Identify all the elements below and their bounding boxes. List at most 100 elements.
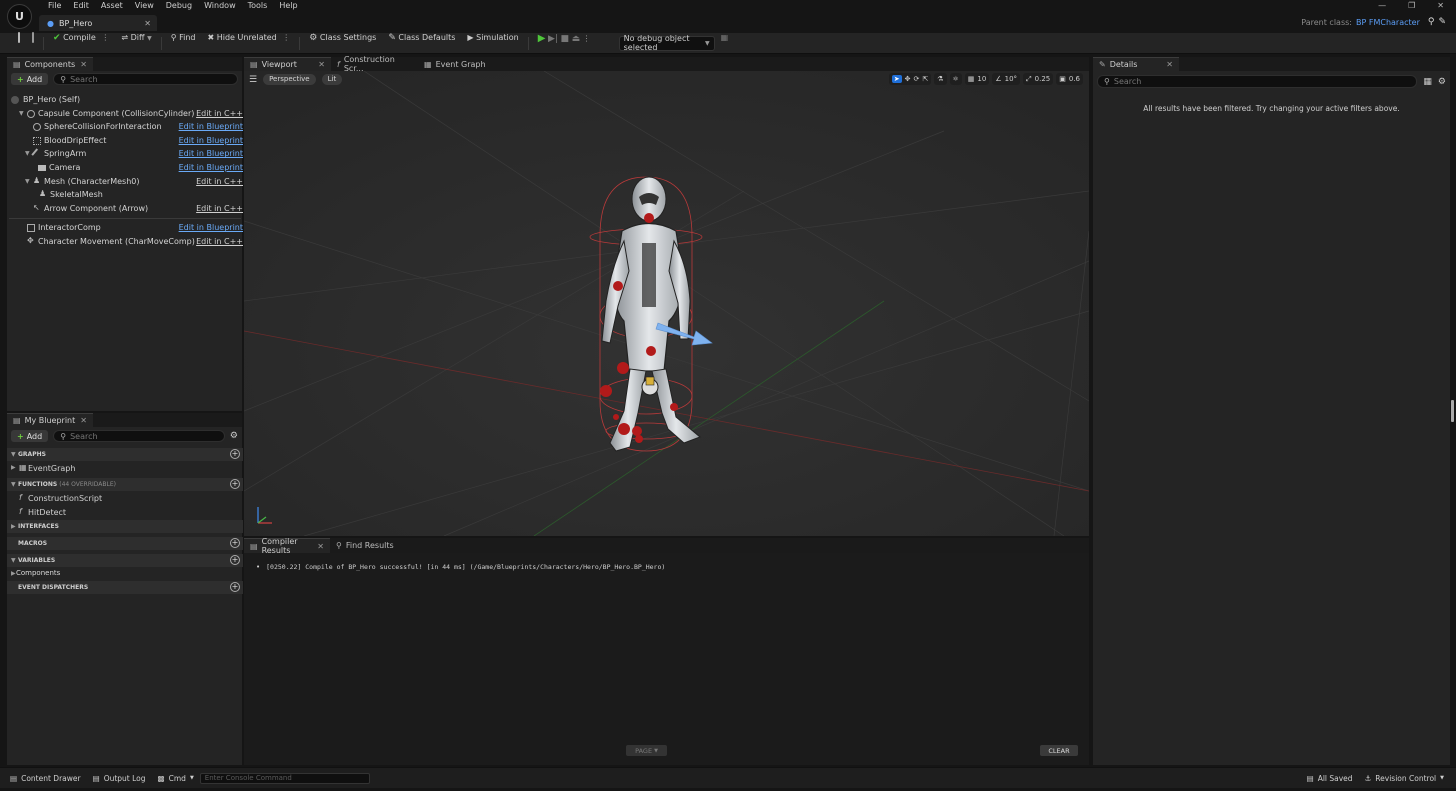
category-interfaces[interactable]: ▶ INTERFACES (7, 520, 243, 533)
tab-details[interactable]: ✎ Details ✕ (1093, 57, 1179, 71)
property-matrix-icon[interactable]: ▦ (1423, 77, 1432, 87)
edit-in-blueprint-link[interactable]: Edit in Blueprint (179, 223, 243, 232)
lit-button[interactable]: Lit (321, 74, 343, 85)
my-blueprint-search[interactable]: ⚲ (53, 430, 225, 442)
cmd-dropdown[interactable]: ▩ Cmd ▼ (152, 768, 200, 789)
tree-item-spring-arm[interactable]: ▼ SpringArm Edit in Blueprint (7, 147, 243, 161)
tree-item-camera[interactable]: Camera Edit in Blueprint (7, 161, 243, 175)
details-search-input[interactable] (1113, 77, 1411, 86)
restore-icon[interactable]: ❐ (1408, 1, 1415, 10)
edit-in-cpp-link[interactable]: Edit in C++ (196, 177, 243, 186)
stop-icon[interactable]: ■ (561, 34, 570, 44)
hamburger-menu-icon[interactable]: ☰ (249, 75, 257, 85)
rotation-snap-control[interactable]: ∠ 10° (992, 73, 1021, 85)
save-icon[interactable] (12, 31, 26, 54)
pencil-icon[interactable]: ✎ (1438, 17, 1446, 27)
expand-arrow-icon[interactable]: ▼ (25, 178, 30, 185)
translate-icon[interactable]: ✥ (905, 75, 911, 83)
tab-components[interactable]: ▤ Components ✕ (7, 57, 93, 71)
edit-in-cpp-link[interactable]: Edit in C++ (196, 204, 243, 213)
tab-viewport[interactable]: ▤ Viewport ✕ (244, 57, 331, 71)
diff-button[interactable]: ⇌ Diff ▼ (115, 33, 157, 54)
close-tab-icon[interactable]: ✕ (1166, 60, 1173, 69)
eject-icon[interactable]: ⏏ (572, 34, 581, 44)
edit-in-blueprint-link[interactable]: Edit in Blueprint (179, 163, 243, 172)
coordinate-space-toggle[interactable]: ⚗ (934, 73, 947, 85)
revision-control-button[interactable]: ⚓ Revision Control ▼ (1359, 768, 1456, 789)
rotate-icon[interactable]: ⟳ (913, 75, 919, 83)
find-button[interactable]: ⚲ Find (165, 33, 202, 54)
tree-item-interactor[interactable]: InteractorComp Edit in Blueprint (7, 221, 243, 235)
scale-snap-control[interactable]: ⤢ 0.25 (1023, 73, 1054, 85)
details-search[interactable]: ⚲ (1097, 75, 1418, 88)
debug-object-select[interactable]: No debug object selected ▼ (618, 34, 715, 52)
function-item-construction-script[interactable]: f ConstructionScript (7, 491, 243, 505)
details-scrollbar[interactable] (1451, 400, 1454, 422)
add-variable-icon[interactable]: + (230, 555, 240, 565)
menu-edit[interactable]: Edit (67, 0, 95, 12)
debug-filter-icon[interactable]: ▦ (715, 33, 735, 54)
simulation-button[interactable]: ▶ Simulation (461, 33, 524, 54)
my-blueprint-search-input[interactable] (70, 431, 218, 441)
play-icon[interactable]: ▶ (538, 33, 546, 44)
tab-construction-script[interactable]: f Construction Scr... (331, 55, 418, 73)
clear-button[interactable]: CLEAR (1040, 745, 1078, 756)
edit-in-cpp-link[interactable]: Edit in C++ (196, 237, 243, 246)
camera-speed-control[interactable]: ▣ 0.6 (1056, 73, 1083, 85)
compile-options-icon[interactable]: ⋮ (101, 33, 109, 42)
graph-item-event-graph[interactable]: ▶ ▦ EventGraph (7, 461, 243, 475)
unreal-logo-icon[interactable]: U (7, 4, 32, 29)
menu-tools[interactable]: Tools (242, 0, 274, 12)
menu-debug[interactable]: Debug (160, 0, 198, 12)
add-blueprint-item-button[interactable]: + Add (11, 430, 49, 442)
category-functions[interactable]: ▼ FUNCTIONS (44 OVERRIDABLE) + (7, 478, 243, 491)
tree-item-capsule[interactable]: ▼ Capsule Component (CollisionCylinder) … (7, 107, 243, 121)
gear-icon[interactable]: ⚙ (1438, 77, 1446, 87)
category-variables[interactable]: ▼ VARIABLES + (7, 554, 243, 567)
content-drawer-button[interactable]: ▤ Content Drawer (0, 768, 87, 789)
add-macro-icon[interactable]: + (230, 538, 240, 548)
edit-in-cpp-link[interactable]: Edit in C++ (196, 109, 243, 118)
class-settings-button[interactable]: ⚙ Class Settings (303, 33, 382, 54)
viewport[interactable]: ☰ Perspective Lit ➤ ✥ ⟳ ⇱ ⚗ ⚛ ▦ 10 ∠ 10°… (244, 71, 1089, 536)
tab-event-graph[interactable]: ▦ Event Graph (418, 57, 498, 71)
close-window-icon[interactable]: ✕ (1437, 1, 1444, 10)
play-options-icon[interactable]: ⋮ (583, 34, 591, 43)
search-icon[interactable]: ⚲ (1428, 17, 1435, 27)
hide-unrelated-button[interactable]: ✖ Hide Unrelated ⋮ (201, 33, 296, 54)
tab-find-results[interactable]: ⚲ Find Results (330, 538, 400, 553)
page-button[interactable]: PAGE ▼ (626, 745, 667, 756)
add-component-button[interactable]: + Add (11, 73, 49, 85)
output-log-button[interactable]: ▤ Output Log (87, 768, 152, 789)
variable-group-components[interactable]: ▶ Components (7, 567, 243, 580)
step-icon[interactable]: ▶| (548, 34, 558, 44)
edit-in-blueprint-link[interactable]: Edit in Blueprint (179, 122, 243, 131)
close-tab-icon[interactable]: ✕ (80, 60, 87, 69)
grid-snap-control[interactable]: ▦ 10 (964, 73, 990, 85)
close-tab-icon[interactable]: ✕ (80, 416, 87, 425)
hide-unrelated-options-icon[interactable]: ⋮ (282, 33, 290, 42)
components-search-input[interactable] (70, 74, 231, 84)
menu-file[interactable]: File (42, 0, 67, 12)
close-tab-icon[interactable]: ✕ (317, 542, 324, 551)
category-graphs[interactable]: ▼ GRAPHS + (7, 448, 243, 461)
tree-item-skeletal-mesh[interactable]: ♟ SkeletalMesh (7, 188, 243, 202)
menu-view[interactable]: View (129, 0, 160, 12)
edit-in-blueprint-link[interactable]: Edit in Blueprint (179, 136, 243, 145)
components-search[interactable]: ⚲ (53, 73, 238, 85)
tree-item-blood-drip[interactable]: BloodDripEffect Edit in Blueprint (7, 134, 243, 148)
expand-arrow-icon[interactable]: ▼ (19, 110, 24, 117)
document-tab-bp-hero[interactable]: ● BP_Hero ✕ (39, 15, 157, 31)
menu-asset[interactable]: Asset (95, 0, 129, 12)
tree-item-sphere-collision[interactable]: SphereCollisionForInteraction Edit in Bl… (7, 120, 243, 134)
console-command-input[interactable]: Enter Console Command (199, 772, 370, 784)
tree-item-self[interactable]: BP_Hero (Self) (7, 93, 243, 107)
tree-item-character-movement[interactable]: ✥ Character Movement (CharMoveComp) Edit… (7, 235, 243, 249)
browse-icon[interactable] (26, 31, 40, 54)
function-item-hit-detect[interactable]: f HitDetect (7, 505, 243, 519)
scale-icon[interactable]: ⇱ (922, 75, 928, 83)
collapsed-arrow-icon[interactable]: ▶ (11, 570, 16, 577)
minimize-icon[interactable]: — (1378, 1, 1386, 10)
gear-icon[interactable]: ⚙ (230, 431, 238, 441)
parent-class-link[interactable]: BP FMCharacter (1356, 18, 1420, 27)
